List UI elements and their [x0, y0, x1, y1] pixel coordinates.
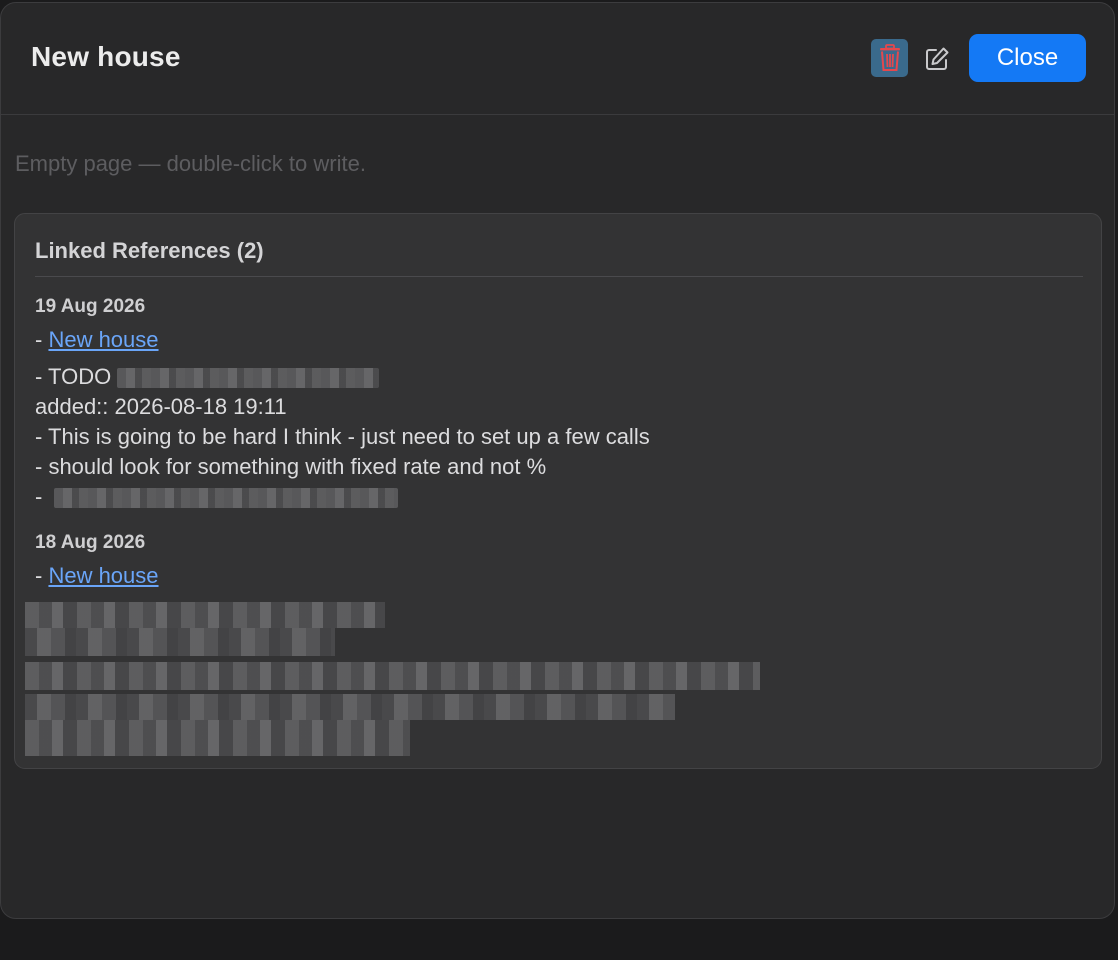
reference-line: - should look for something with fixed r… — [35, 454, 547, 479]
reference-date: 18 Aug 2026 — [35, 532, 146, 553]
trash-icon — [879, 44, 900, 71]
reference-link-line: - New house — [35, 327, 159, 353]
linked-references-heading: Linked References (2) — [35, 238, 264, 263]
divider — [35, 276, 1083, 277]
reference-date: 19 Aug 2026 — [35, 296, 146, 317]
reference-link-line: - New house — [35, 563, 159, 589]
edit-button[interactable] — [922, 44, 952, 74]
close-button[interactable]: Close — [969, 34, 1086, 82]
redacted-text — [54, 488, 399, 509]
page-window: New house Close Empty page — double-clic… — [0, 2, 1115, 919]
window-header: New house Close — [1, 3, 1114, 115]
empty-page-hint[interactable]: Empty page — double-click to write. — [15, 151, 366, 177]
page-link-new-house[interactable]: New house — [48, 327, 158, 352]
bullet-prefix: - — [35, 563, 49, 588]
delete-button[interactable] — [871, 39, 908, 77]
linked-references-panel: Linked References (2) 19 Aug 2026 - New … — [14, 213, 1102, 769]
reference-line: added:: 2026-08-18 19:11 — [35, 394, 287, 419]
reference-line: - This is going to be hard I think - jus… — [35, 424, 650, 449]
edit-icon — [926, 47, 949, 70]
page-title: New house — [31, 41, 181, 72]
reference-line: - TODO — [35, 364, 380, 390]
bullet-prefix: - — [35, 327, 49, 352]
reference-line: - — [35, 484, 399, 510]
bullet-text: - — [35, 484, 43, 509]
todo-text: - TODO — [35, 364, 112, 389]
redacted-text — [117, 368, 380, 389]
page-link-new-house[interactable]: New house — [48, 563, 158, 588]
